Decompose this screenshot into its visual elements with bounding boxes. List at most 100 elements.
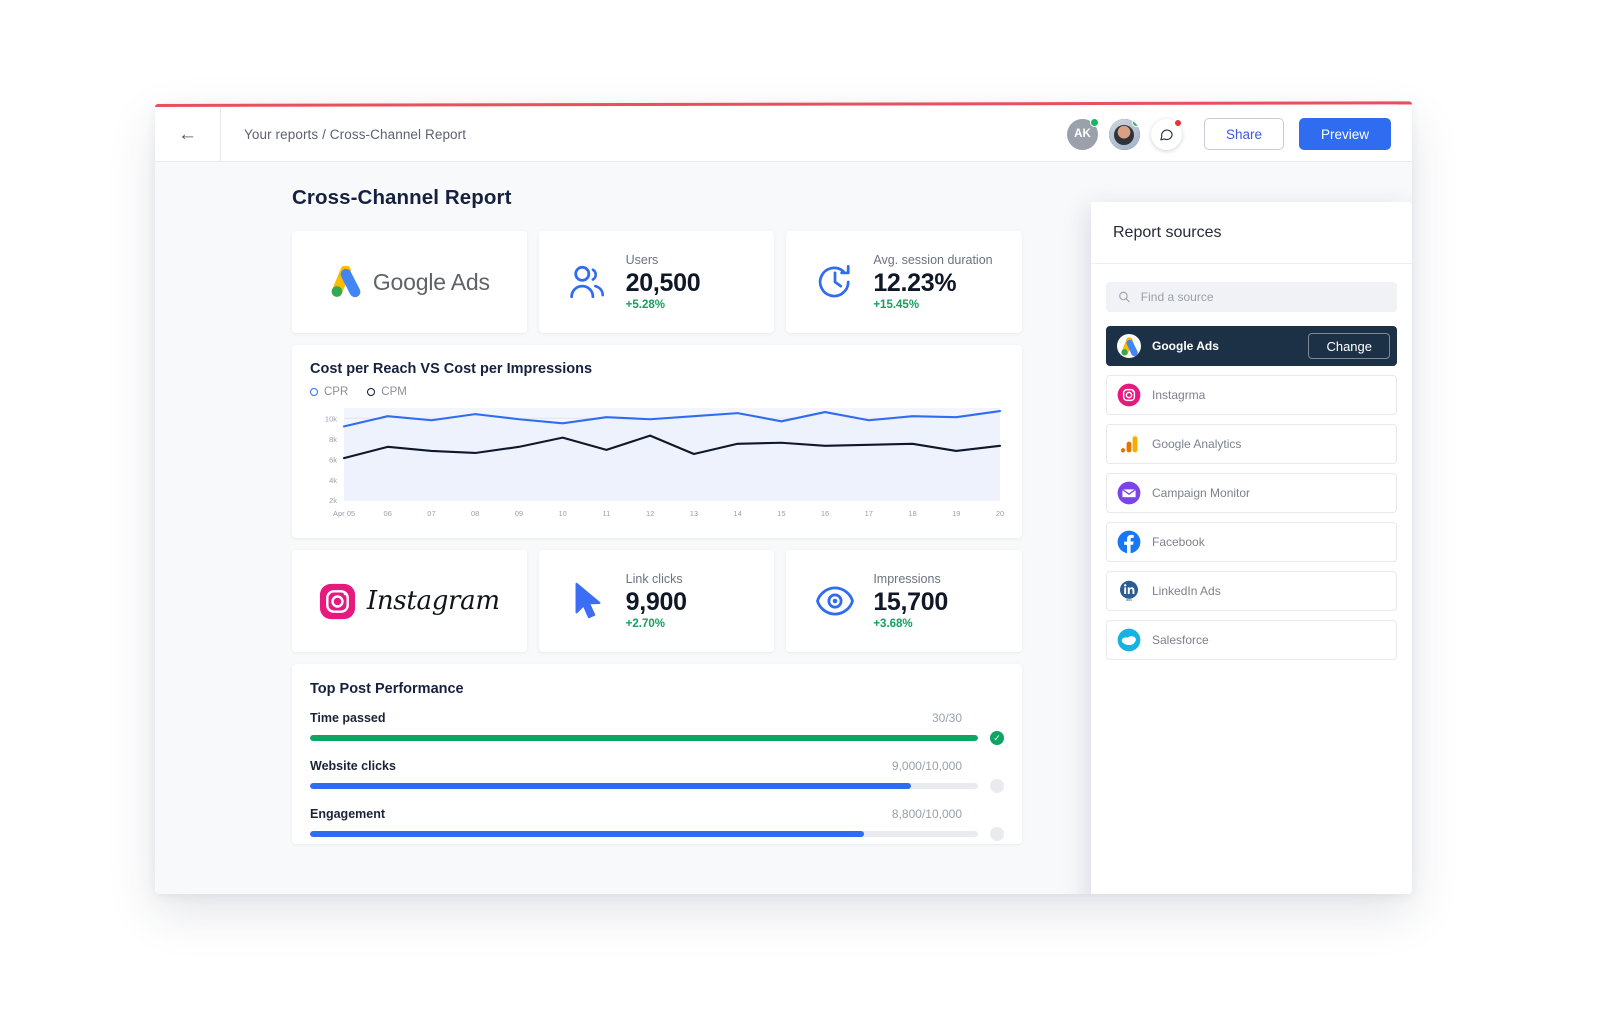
chart-x-tick-label: 18 xyxy=(908,509,916,518)
brand-label: Google Ads xyxy=(372,268,490,295)
source-name: Campaign Monitor xyxy=(1152,486,1251,500)
chart-x-tick-label: 12 xyxy=(646,509,654,518)
chart-x-tick-label: Apr 05 xyxy=(333,509,355,518)
chart-y-tick-label: 2k xyxy=(329,496,337,505)
progress-value: 30/30 xyxy=(931,711,962,725)
instagram-logo: Instagram xyxy=(319,583,500,620)
app-window: ← Your reports / Cross-Channel Report AK… xyxy=(154,101,1413,894)
brand-card-instagram: Instagram xyxy=(292,550,527,652)
progress-bar-wrap xyxy=(310,779,1004,793)
progress-value: 8,800/10,000 xyxy=(891,807,962,821)
search-icon xyxy=(1119,291,1130,303)
share-button[interactable]: Share xyxy=(1203,118,1284,150)
metric-card-users: Users 20,500 +5.28% xyxy=(538,231,775,333)
source-row-linkedin-ads[interactable]: ads LinkedIn Ads xyxy=(1106,571,1397,611)
progress-label: Engagement xyxy=(310,807,386,821)
source-row-salesforce[interactable]: Salesforce xyxy=(1106,620,1397,660)
instagram-icon xyxy=(1117,383,1141,407)
online-status-dot xyxy=(1131,118,1140,127)
chart-y-tick-label: 10k xyxy=(325,414,337,423)
google-ads-icon xyxy=(1117,334,1141,358)
brand-card-google-ads: Google Ads xyxy=(292,231,527,333)
back-button[interactable]: ← xyxy=(155,107,221,161)
panel-header: Report sources xyxy=(1091,202,1412,264)
online-status-dot xyxy=(1089,117,1099,127)
avatar-photo[interactable] xyxy=(1108,118,1140,150)
progress-list: Time passed 30/30 ✓ Website clicks 9,000/10,… xyxy=(310,711,1004,841)
cursor-icon xyxy=(567,581,609,621)
linkedin-ads-icon: ads xyxy=(1120,580,1138,602)
source-row-campaign-monitor[interactable]: Campaign Monitor xyxy=(1106,473,1397,513)
chart-x-tick-label: 19 xyxy=(952,509,960,518)
chart-x-tick-label: 09 xyxy=(515,509,523,518)
chart-x-tick-label: 08 xyxy=(471,509,479,518)
metric-card-link-clicks: Link clicks 9,900 +2.70% xyxy=(538,550,775,652)
progress-head: Engagement 8,800/10,000 xyxy=(310,807,1004,821)
legend-item-cpm[interactable]: CPM xyxy=(367,386,407,398)
instagram-icon xyxy=(319,583,355,619)
metric-value: 9,900 xyxy=(625,588,687,616)
google-ads-icon xyxy=(331,266,361,298)
top-bar: ← Your reports / Cross-Channel Report AK… xyxy=(155,107,1412,162)
metric-text: Users 20,500 +5.28% xyxy=(626,253,701,311)
metric-text: Link clicks 9,900 +2.70% xyxy=(626,572,687,630)
chat-button[interactable] xyxy=(1150,118,1182,150)
legend-item-cpr[interactable]: CPR xyxy=(310,386,348,398)
chart-legend: CPR CPM xyxy=(310,386,1004,398)
metric-delta: +3.68% xyxy=(873,618,913,630)
change-source-button[interactable]: Change xyxy=(1308,333,1390,359)
chart-area-cpr xyxy=(344,411,1000,500)
chart-y-tick-label: 8k xyxy=(329,435,337,444)
kpi-row-instagram: Instagram Link clicks 9,900 +2.70% Impre… xyxy=(292,550,1023,652)
section-title: Top Post Performance xyxy=(310,681,464,697)
progress-fill xyxy=(310,735,978,741)
report-content: Cross-Channel Report Google Ads Users 20… xyxy=(292,186,1023,844)
chart-card: Cost per Reach VS Cost per Impressions C… xyxy=(292,345,1022,538)
progress-track xyxy=(310,783,978,789)
source-name: Salesforce xyxy=(1152,633,1209,647)
google-ads-logo: Google Ads xyxy=(329,266,490,298)
panel-body: Google Ads Change Instagrma Google Analytic… xyxy=(1091,264,1412,894)
chart-x-tick-label: 20 xyxy=(996,509,1004,518)
source-search-box[interactable] xyxy=(1106,282,1397,312)
metric-text: Avg. session duration 12.23% +15.45% xyxy=(873,253,992,311)
brand-label: Instagram xyxy=(366,586,500,616)
metric-delta: +2.70% xyxy=(625,618,665,630)
source-name: Google Ads xyxy=(1152,339,1219,353)
metric-value: 15,700 xyxy=(873,588,948,616)
metric-value: 12.23% xyxy=(873,269,957,297)
clock-icon xyxy=(814,263,856,301)
progress-row: Website clicks 9,000/10,000 xyxy=(310,759,1004,793)
progress-bar-wrap: ✓ xyxy=(310,731,1004,745)
source-list: Google Ads Change Instagrma Google Analytic… xyxy=(1106,326,1397,660)
legend-label: CPR xyxy=(324,386,349,398)
source-row-google-ads[interactable]: Google Ads Change xyxy=(1106,326,1397,366)
metric-label: Users xyxy=(625,253,659,267)
chart-x-tick-label: 07 xyxy=(427,509,435,518)
preview-button[interactable]: Preview xyxy=(1298,118,1391,150)
avatar-face xyxy=(1114,125,1135,146)
chart-y-tick-label: 6k xyxy=(329,455,337,464)
progress-head: Time passed 30/30 xyxy=(310,711,1004,725)
source-row-facebook[interactable]: Facebook xyxy=(1106,522,1397,562)
progress-track xyxy=(310,831,978,837)
avatar-ak[interactable]: AK xyxy=(1066,117,1099,150)
chart-x-tick-label: 11 xyxy=(603,509,611,518)
source-row-google-analytics[interactable]: Google Analytics xyxy=(1106,424,1397,464)
top-post-performance-card: Top Post Performance Time passed 30/30 ✓ We… xyxy=(292,664,1022,844)
chart-x-tick-label: 14 xyxy=(733,509,741,518)
legend-marker-icon xyxy=(367,388,376,396)
chart-title: Cost per Reach VS Cost per Impressions xyxy=(310,361,593,377)
metric-text: Impressions 15,700 +3.68% xyxy=(873,572,948,630)
chart-y-tick-label: 4k xyxy=(329,476,337,485)
progress-label: Website clicks xyxy=(310,759,396,773)
search-input[interactable] xyxy=(1140,290,1385,304)
metric-value: 20,500 xyxy=(625,269,701,297)
legend-marker-icon xyxy=(310,388,318,396)
source-row-instagrma[interactable]: Instagrma xyxy=(1106,375,1397,415)
chart-svg: 2k 4k 6k 8k 10k Apr 05 06 07 08 09 10 11 12 13 14 15 16 1… xyxy=(325,408,1004,518)
google-analytics-icon xyxy=(1120,436,1138,453)
metric-label: Link clicks xyxy=(625,572,683,586)
eye-icon xyxy=(814,584,856,618)
progress-end-indicator xyxy=(990,779,1004,793)
